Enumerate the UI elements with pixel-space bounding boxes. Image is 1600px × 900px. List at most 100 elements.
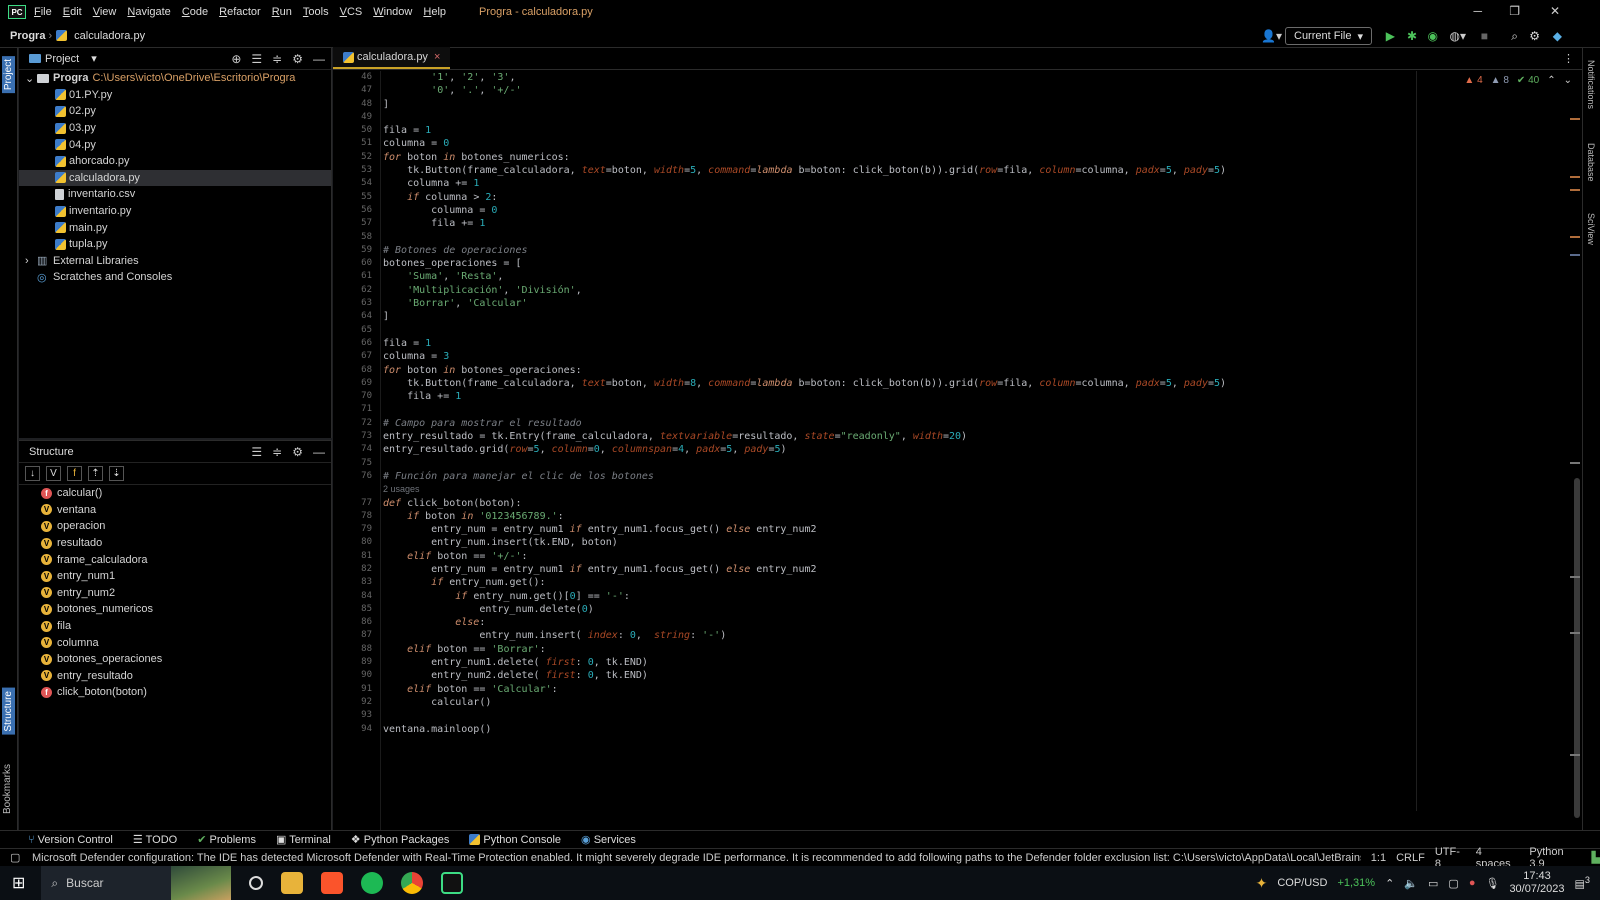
show-inherited-icon[interactable]: f [67, 466, 82, 481]
hide-icon[interactable]: — [313, 445, 325, 459]
currency-ticker[interactable]: COP/USD [1277, 877, 1327, 889]
code-line[interactable]: if boton in '0123456789.': [383, 510, 1563, 523]
tab-calculadora[interactable]: calculadora.py × [333, 47, 451, 69]
code-line[interactable]: entry_resultado.grid(row=5, column=0, co… [383, 443, 1563, 456]
code-line[interactable]: fila += 1 [383, 390, 1563, 403]
code-line[interactable]: else: [383, 616, 1563, 629]
spotify-icon[interactable] [361, 872, 384, 894]
error-stripe-mark[interactable] [1570, 236, 1580, 238]
chrome-icon[interactable] [401, 872, 424, 894]
run-configuration-select[interactable]: Current File ▾ [1285, 27, 1372, 45]
menu-tools[interactable]: Tools [303, 6, 329, 18]
tab-services[interactable]: ◉ Services [581, 833, 636, 846]
error-stripe-mark[interactable] [1570, 254, 1580, 256]
notifications-tool-button[interactable]: Notifications [1586, 60, 1596, 109]
code-line[interactable] [383, 709, 1563, 722]
file-explorer-icon[interactable] [281, 872, 304, 894]
collapse-all-icon[interactable]: ≑ [272, 52, 282, 66]
restore-icon[interactable]: ❐ [1509, 4, 1520, 18]
chevron-down-icon[interactable]: ▾ [91, 52, 97, 65]
speaker-icon[interactable]: 🔈 [1404, 877, 1418, 890]
more-tabs-icon[interactable]: ⋮ [1563, 52, 1574, 65]
code-line[interactable]: elif boton == 'Borrar': [383, 643, 1563, 656]
tree-external-libraries[interactable]: › ▥ External Libraries [19, 253, 331, 270]
code-line[interactable]: if columna > 2: [383, 191, 1563, 204]
menu-file[interactable]: File [34, 6, 52, 18]
display-icon[interactable]: ▢ [1448, 877, 1458, 890]
sciview-tool-button[interactable]: SciView [1586, 213, 1596, 245]
error-stripe-mark[interactable] [1570, 176, 1580, 178]
structure-item[interactable]: Ventry_num1 [19, 568, 331, 585]
code-line[interactable] [383, 111, 1563, 124]
gear-icon[interactable]: ⚙ [292, 52, 303, 66]
code-line[interactable]: fila += 1 [383, 217, 1563, 230]
code-line[interactable]: tk.Button(frame_calculadora, text=boton,… [383, 164, 1563, 177]
code-line[interactable] [383, 457, 1563, 470]
windows-start-icon[interactable]: ⊞ [12, 873, 25, 893]
code-line[interactable]: elif boton == 'Calcular': [383, 683, 1563, 696]
chevron-down-icon[interactable]: ⌄ [1564, 75, 1572, 86]
microphone-icon[interactable]: 🎙 [1485, 877, 1499, 890]
structure-item[interactable]: f click_boton(boton) [19, 684, 331, 701]
code-line[interactable]: entry_num.insert(tk.END, boton) [383, 536, 1563, 549]
code-line[interactable]: columna += 1 [383, 177, 1563, 190]
tree-file[interactable]: 04.py [19, 136, 331, 153]
tree-file[interactable]: main.py [19, 219, 331, 236]
code-line[interactable]: 'Borrar', 'Calcular' [383, 297, 1563, 310]
clock[interactable]: 17:43 30/07/2023 [1509, 870, 1564, 896]
updates-icon[interactable]: ◆ [1553, 29, 1562, 43]
tab-todo[interactable]: ☰ TODO [133, 833, 177, 846]
code-line[interactable]: entry_num.insert( index: 0, string: '-') [383, 629, 1563, 642]
tree-file[interactable]: ahorcado.py [19, 153, 331, 170]
brave-icon[interactable] [321, 872, 344, 894]
code-line[interactable]: '1', '2', '3', [383, 71, 1563, 84]
run-icon[interactable]: ▶ [1386, 29, 1395, 43]
tree-root[interactable]: ⌄ Progra C:\Users\victo\OneDrive\Escrito… [19, 70, 331, 87]
code-line[interactable] [383, 403, 1563, 416]
project-tool-button[interactable]: Project [2, 56, 15, 94]
code-line[interactable]: 2 usages [383, 483, 1563, 496]
code-line[interactable]: 'Suma', 'Resta', [383, 270, 1563, 283]
tree-file[interactable]: 02.py [19, 103, 331, 120]
code-line[interactable]: tk.Button(frame_calculadora, text=boton,… [383, 377, 1563, 390]
minimize-icon[interactable]: ─ [1473, 4, 1482, 18]
collapse-icon[interactable]: ⇣ [109, 466, 124, 481]
line-separator[interactable]: CRLF [1396, 852, 1425, 864]
close-window-icon[interactable]: ✕ [1550, 4, 1560, 18]
menu-navigate[interactable]: Navigate [127, 6, 170, 18]
code-line[interactable]: entry_num1.delete( first: 0, tk.END) [383, 656, 1563, 669]
structure-item[interactable]: Vfila [19, 618, 331, 635]
currency-widget-icon[interactable]: ✦ [1256, 875, 1268, 892]
tab-python-console[interactable]: Python Console [469, 834, 561, 846]
cortana-icon[interactable] [249, 876, 264, 890]
code-line[interactable]: for boton in botones_operaciones: [383, 364, 1563, 377]
code-line[interactable]: # Función para manejar el clic de los bo… [383, 470, 1563, 483]
structure-item[interactable]: Vventana [19, 502, 331, 519]
code-line[interactable]: entry_num.delete(0) [383, 603, 1563, 616]
profile-icon[interactable]: ◍▾ [1450, 29, 1467, 43]
sort-alpha-icon[interactable]: ↓ [25, 466, 40, 481]
structure-item[interactable]: Ventry_num2 [19, 585, 331, 602]
tree-file[interactable]: inventario.csv [19, 186, 331, 203]
tree-file[interactable]: tupla.py [19, 236, 331, 253]
locate-icon[interactable]: ⊕ [231, 52, 241, 66]
code-line[interactable]: ] [383, 98, 1563, 111]
tree-scratches[interactable]: ◎ Scratches and Consoles [19, 269, 331, 286]
database-tool-button[interactable]: Database [1586, 143, 1596, 182]
tree-file[interactable]: 03.py [19, 120, 331, 137]
tab-terminal[interactable]: ▣ Terminal [276, 833, 331, 846]
project-panel-title[interactable]: Project [45, 53, 79, 65]
gear-icon[interactable]: ⚙ [1529, 29, 1540, 43]
status-message[interactable]: Microsoft Defender configuration: The ID… [32, 852, 1361, 864]
collapse-all-icon[interactable]: ≑ [272, 445, 282, 459]
caret-position[interactable]: 1:1 [1371, 852, 1386, 864]
code-line[interactable]: 'Multiplicación', 'División', [383, 284, 1563, 297]
code-line[interactable]: columna = 0 [383, 204, 1563, 217]
code-line[interactable]: # Campo para mostrar el resultado [383, 417, 1563, 430]
bookmarks-tool-button[interactable]: Bookmarks [2, 764, 13, 814]
debug-icon[interactable]: ✱ [1407, 29, 1417, 43]
code-line[interactable]: fila = 1 [383, 337, 1563, 350]
code-line[interactable]: entry_num = entry_num1 if entry_num1.foc… [383, 523, 1563, 536]
menu-vcs[interactable]: VCS [340, 6, 363, 18]
close-tab-icon[interactable]: × [434, 51, 440, 63]
